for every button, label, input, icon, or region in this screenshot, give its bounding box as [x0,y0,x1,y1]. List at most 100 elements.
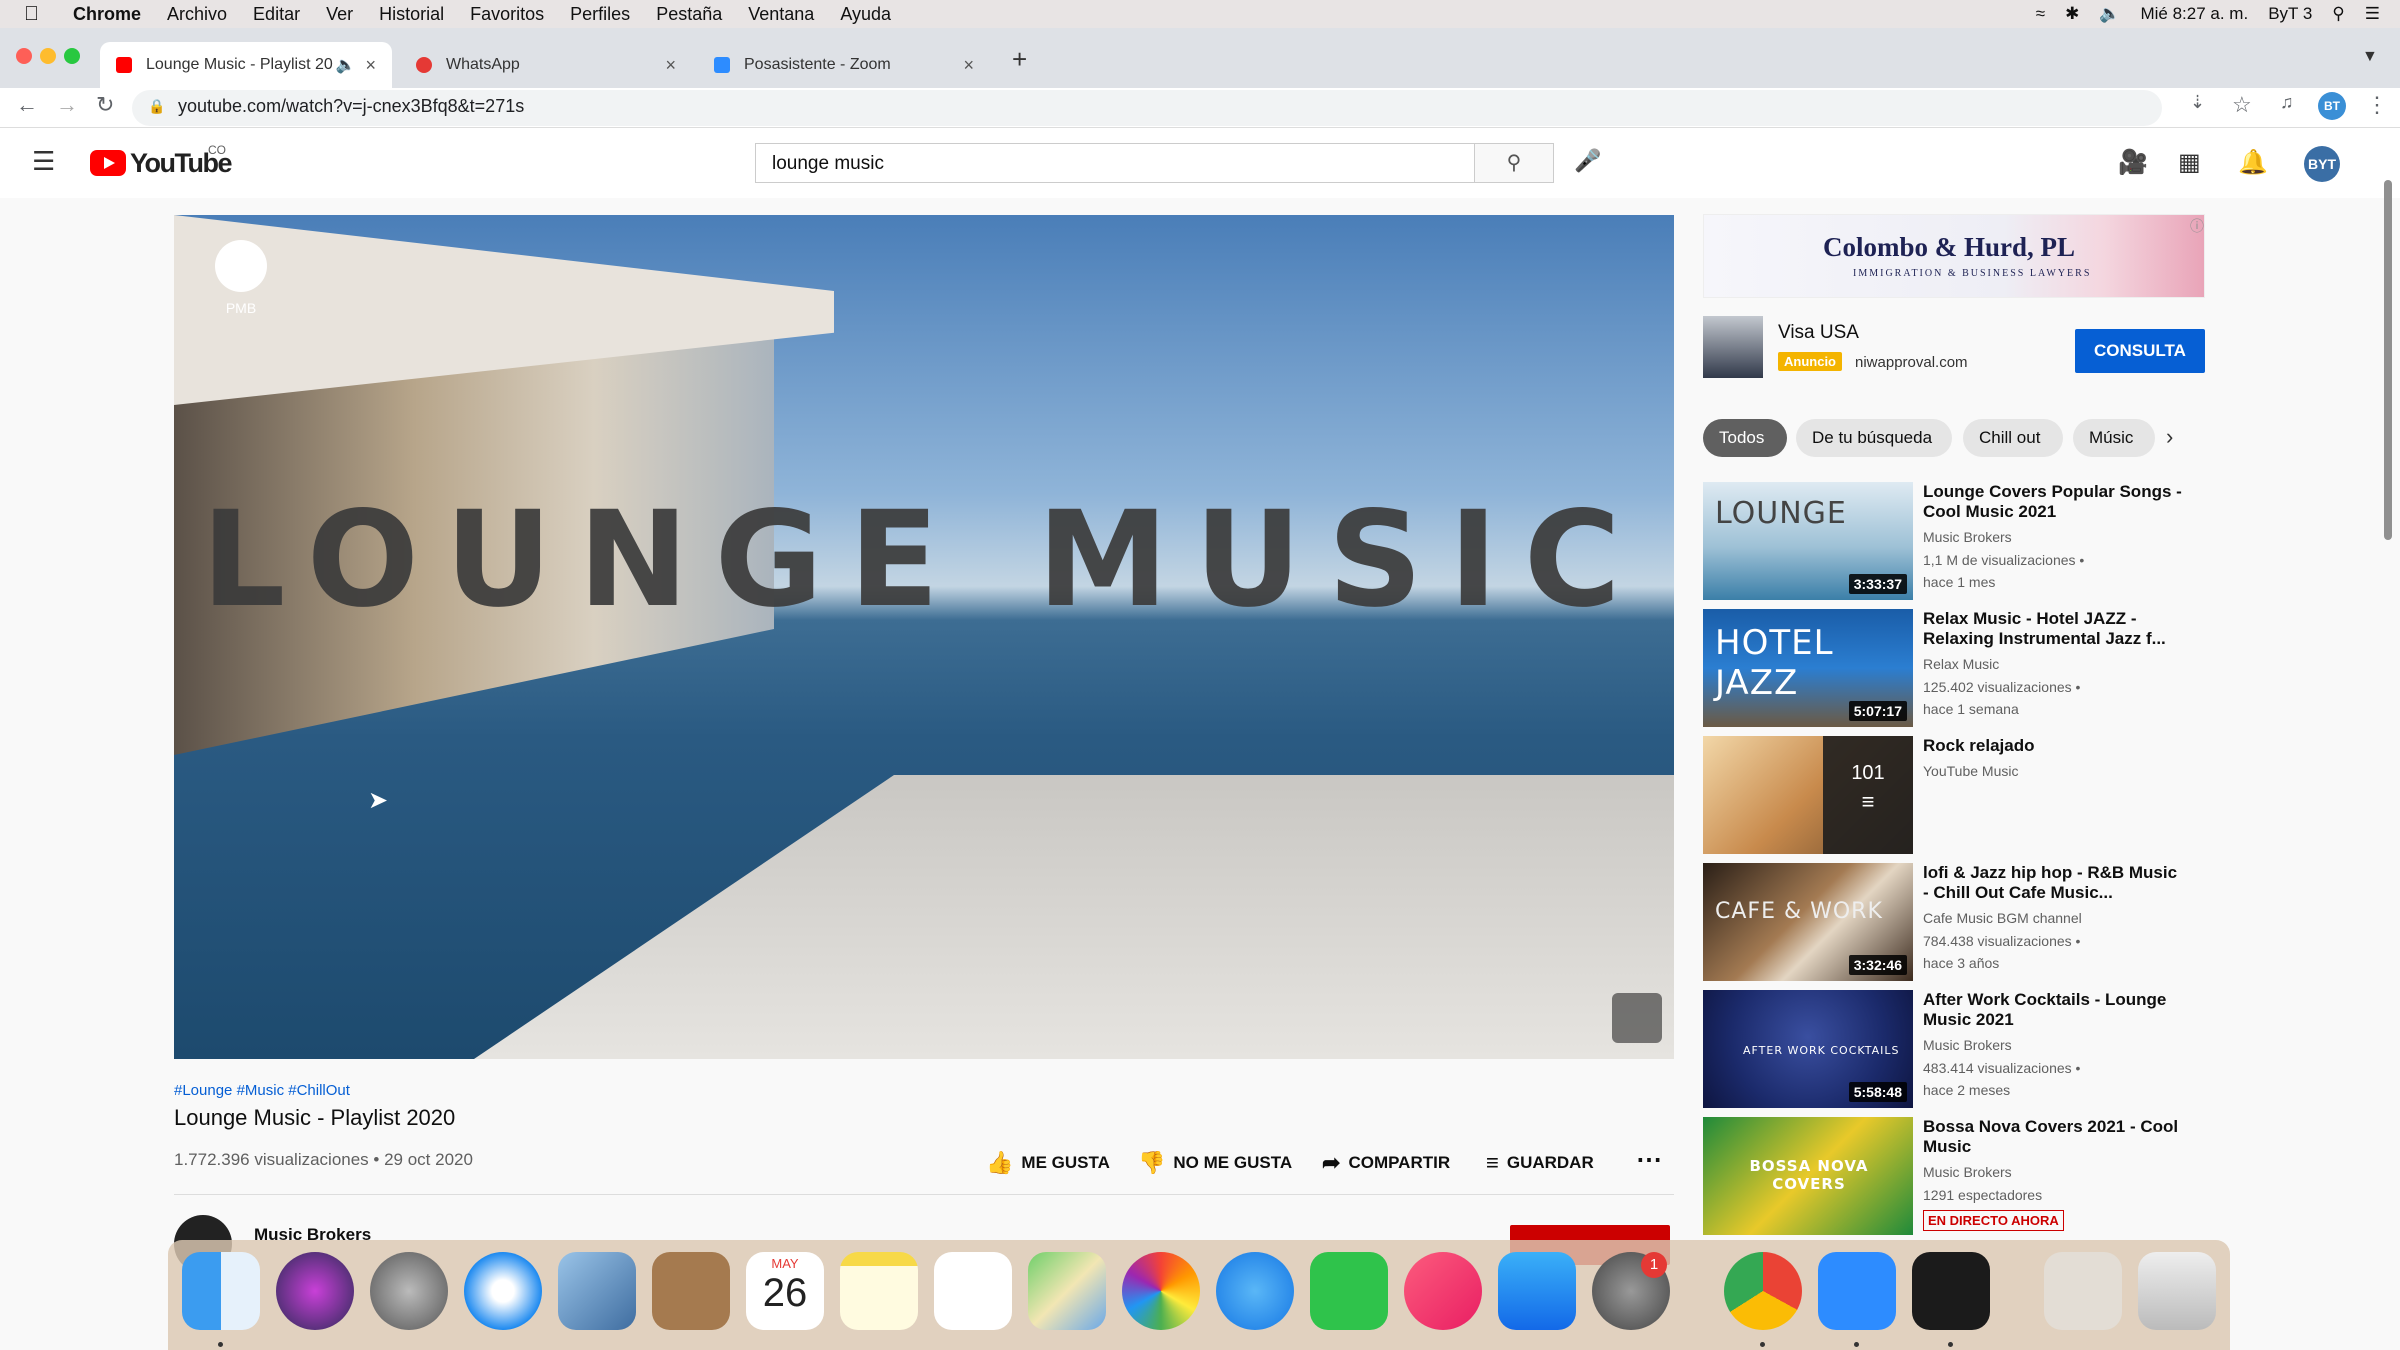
video-hashtags[interactable]: #Lounge #Music #ChillOut [174,1082,350,1099]
menu-item-historial[interactable]: Historial [379,4,444,25]
hamburger-menu-icon[interactable]: ☰ [32,146,55,177]
chip-musica[interactable]: Músic [2073,419,2155,457]
bookmark-star-icon[interactable]: ☆ [2232,92,2252,118]
menu-item-ventana[interactable]: Ventana [748,4,814,25]
voice-search-icon[interactable]: 🎤 [1574,148,1601,174]
spotlight-icon[interactable]: ⚲ [2332,4,2344,24]
rec-thumbnail[interactable]: LOUNGE 3:33:37 [1703,482,1913,600]
activity-monitor-icon[interactable] [1912,1252,1990,1330]
ad-thumbnail[interactable] [1703,316,1763,378]
more-actions-icon[interactable]: ⋯ [1636,1144,1662,1175]
siri-icon[interactable] [276,1252,354,1330]
mail-icon[interactable] [558,1252,636,1330]
zoom-window-button[interactable] [64,48,80,64]
apple-menu-icon[interactable]:  [24,3,39,26]
ad-title[interactable]: Visa USA [1778,322,1859,344]
control-center-icon[interactable]: ☰ [2365,4,2380,24]
rec-channel[interactable]: YouTube Music [1923,763,2018,779]
rec-channel[interactable]: Cafe Music BGM channel [1923,910,2082,926]
install-app-icon[interactable]: ⇣ [2190,92,2205,113]
close-tab-icon[interactable]: × [365,55,376,76]
menu-item-ver[interactable]: Ver [326,4,353,25]
menu-item-archivo[interactable]: Archivo [167,4,227,25]
video-player[interactable]: LOUNGE MUSIC PMB [174,215,1674,1059]
page-scrollbar[interactable] [2384,180,2392,540]
audio-playing-icon[interactable]: 🔈 [336,55,356,75]
zoom-icon[interactable] [1818,1252,1896,1330]
calendar-icon[interactable]: MAY 26 [746,1252,824,1330]
search-input[interactable]: lounge music [755,143,1475,183]
notifications-bell-icon[interactable]: 🔔 [2238,148,2268,177]
facetime-icon[interactable] [1310,1252,1388,1330]
finder-icon[interactable] [182,1252,260,1330]
rec-channel[interactable]: Music Brokers [1923,529,2012,545]
dislike-button[interactable]: 👎 NO ME GUSTA [1138,1150,1292,1176]
tab-whatsapp[interactable]: WhatsApp × [400,42,692,88]
profile-avatar[interactable]: BT [2318,92,2346,120]
rec-thumbnail[interactable]: 101 ≡ [1703,736,1913,854]
reminders-icon[interactable] [934,1252,1012,1330]
tab-youtube[interactable]: Lounge Music - Playlist 20 🔈 × [100,42,392,88]
rec-channel[interactable]: Music Brokers [1923,1164,2012,1180]
media-control-icon[interactable]: ♫ [2280,92,2294,113]
music-folder-icon[interactable] [2044,1252,2122,1330]
chrome-icon[interactable] [1724,1252,1802,1330]
url-text[interactable]: youtube.com/watch?v=j-cnex3Bfq8&t=271s [178,96,524,117]
chip-chill-out[interactable]: Chill out [1963,419,2063,457]
youtube-logo-icon[interactable] [90,150,126,176]
wifi-icon[interactable]: ≈ [2036,4,2045,24]
search-button[interactable]: ⚲ [1474,143,1554,183]
close-window-button[interactable] [16,48,32,64]
trash-icon[interactable] [2138,1252,2216,1330]
tab-search-icon[interactable]: ▼ [2362,48,2378,66]
user-avatar[interactable]: BYT [2304,146,2340,182]
ad-info-icon[interactable]: ⓘ [2190,216,2204,236]
bluetooth-icon[interactable]: ✱ [2065,4,2079,24]
menu-item-perfiles[interactable]: Perfiles [570,4,630,25]
launchpad-icon[interactable] [370,1252,448,1330]
rec-thumbnail[interactable]: CAFE & WORK 3:32:46 [1703,863,1913,981]
new-tab-button[interactable]: + [1012,44,1027,75]
close-tab-icon[interactable]: × [963,55,974,76]
save-button[interactable]: ≡ GUARDAR [1486,1150,1594,1176]
chip-de-tu-busqueda[interactable]: De tu búsqueda [1796,419,1952,457]
minimize-window-button[interactable] [40,48,56,64]
safari-icon[interactable] [464,1252,542,1330]
menu-item-favoritos[interactable]: Favoritos [470,4,544,25]
rec-title[interactable]: lofi & Jazz hip hop - R&B Music - Chill … [1923,863,2183,903]
rec-thumbnail[interactable]: AFTER WORK COCKTAILS 5:58:48 [1703,990,1913,1108]
rec-channel[interactable]: Relax Music [1923,656,1999,672]
close-tab-icon[interactable]: × [665,55,676,76]
notes-icon[interactable] [840,1252,918,1330]
like-button[interactable]: 👍 ME GUSTA [986,1150,1110,1176]
branding-watermark-icon[interactable] [1612,993,1662,1043]
rec-thumbnail[interactable]: BOSSA NOVA COVERS [1703,1117,1913,1235]
messages-icon[interactable] [1216,1252,1294,1330]
music-icon[interactable] [1404,1252,1482,1330]
chip-todos[interactable]: Todos [1703,419,1787,457]
create-video-icon[interactable]: 🎥 [2118,148,2148,177]
chevron-right-icon[interactable]: › [2166,424,2173,450]
menu-item-ayuda[interactable]: Ayuda [840,4,891,25]
back-icon[interactable]: ← [16,92,38,118]
app-store-icon[interactable] [1498,1252,1576,1330]
tab-zoom[interactable]: Posasistente - Zoom × [698,42,990,88]
share-button[interactable]: ➦ COMPARTIR [1322,1150,1450,1176]
contacts-icon[interactable] [652,1252,730,1330]
lock-icon[interactable]: 🔒 [148,98,165,115]
reload-icon[interactable]: ↻ [96,92,114,118]
maps-icon[interactable] [1028,1252,1106,1330]
forward-icon[interactable]: → [56,92,78,118]
menu-app-name[interactable]: Chrome [73,4,141,25]
menu-user[interactable]: ByT 3 [2268,4,2312,24]
photos-icon[interactable] [1122,1252,1200,1330]
menu-item-pestana[interactable]: Pestaña [656,4,722,25]
rec-thumbnail[interactable]: HOTEL JAZZ 5:07:17 [1703,609,1913,727]
rec-title[interactable]: Bossa Nova Covers 2021 - Cool Music [1923,1117,2183,1157]
rec-channel[interactable]: Music Brokers [1923,1037,2012,1053]
menu-clock[interactable]: Mié 8:27 a. m. [2140,4,2248,24]
chrome-menu-icon[interactable]: ⋮ [2366,92,2388,118]
rec-title[interactable]: After Work Cocktails - Lounge Music 2021 [1923,990,2183,1030]
menu-item-editar[interactable]: Editar [253,4,300,25]
apps-grid-icon[interactable]: ▦ [2178,148,2201,177]
